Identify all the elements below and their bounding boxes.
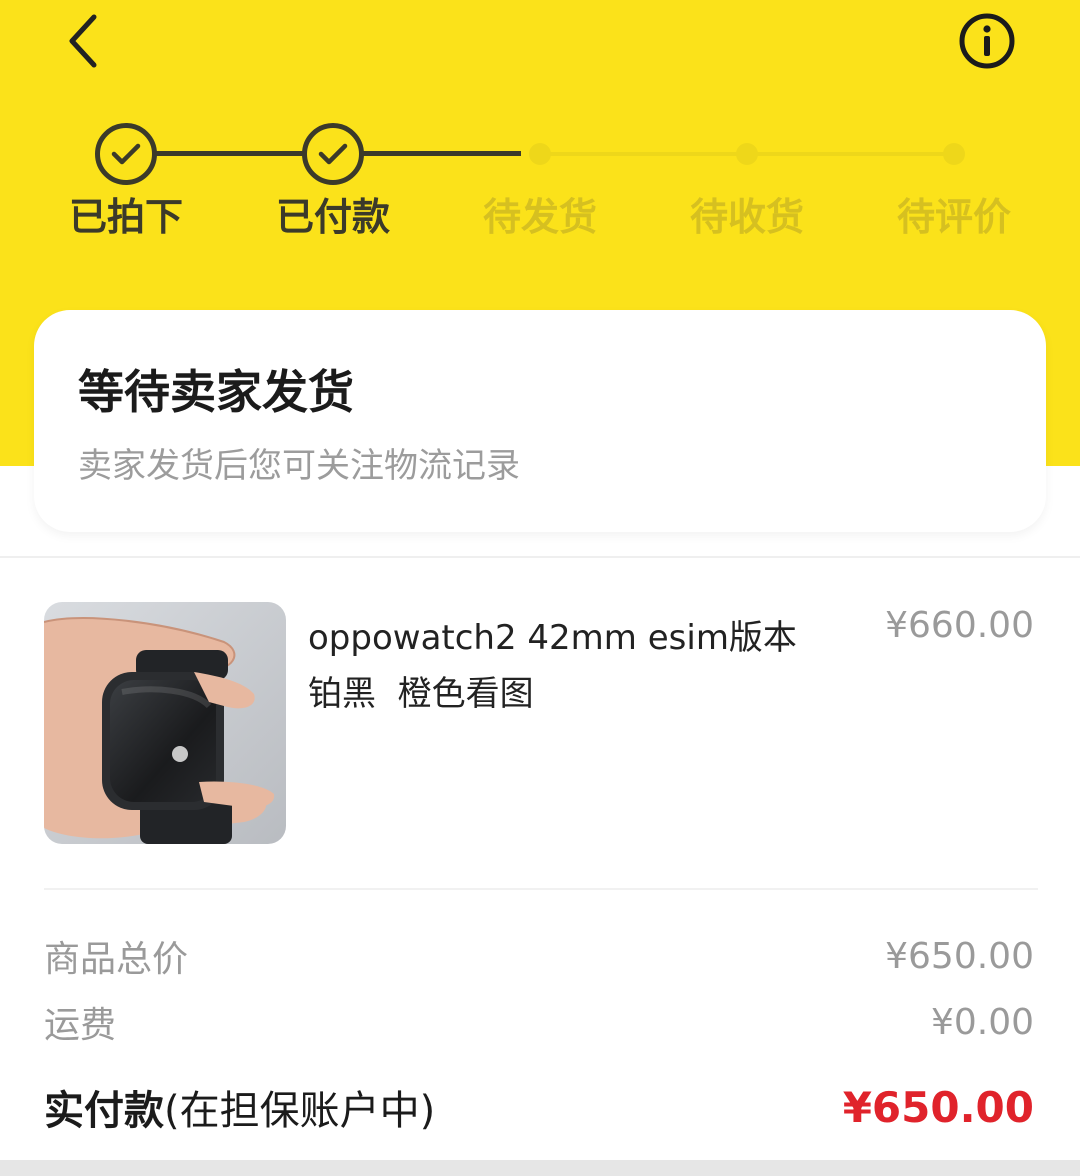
shipping-value: ¥0.00 (930, 1001, 1034, 1043)
product-price: ¥660.00 (885, 605, 1034, 646)
paid-total-row: 实付款(在担保账户中) ¥650.00 (44, 1078, 1034, 1136)
step-node-done (302, 123, 364, 185)
step-node-pending (736, 143, 758, 165)
goods-total-value: ¥650.00 (885, 935, 1034, 977)
product-name-line: oppowatch2 42mm esim版本 (308, 618, 797, 658)
paid-total-value: ¥650.00 (842, 1082, 1034, 1132)
status-subtitle: 卖家发货后您可关注物流记录 (78, 446, 520, 486)
product-variant-line: 铂黑 橙色看图 (308, 674, 534, 714)
paid-label: 实付款 (44, 1088, 164, 1134)
shipping-row: 运费 ¥0.00 (44, 996, 1034, 1048)
product-photo (44, 602, 286, 844)
goods-total-label: 商品总价 (44, 939, 189, 980)
order-progress: 已拍下 已付款 待发货 待收货 待评价 (0, 110, 1080, 250)
checkmark-icon (111, 143, 141, 165)
bottom-edge (0, 1160, 1080, 1176)
product-image[interactable] (44, 602, 286, 844)
chevron-left-icon (69, 14, 97, 68)
step-label-to-review: 待评价 (896, 195, 1011, 239)
divider (44, 888, 1038, 890)
product-title[interactable]: oppowatch2 42mm esim版本 铂黑 橙色看图 (308, 610, 848, 722)
back-button[interactable] (52, 6, 112, 76)
goods-total-row: 商品总价 ¥650.00 (44, 930, 1034, 982)
step-label-paid: 已付款 (275, 195, 390, 239)
step-node-pending (943, 143, 965, 165)
status-title: 等待卖家发货 (78, 365, 354, 419)
info-button[interactable] (958, 12, 1016, 70)
paid-total-label: 实付款(在担保账户中) (44, 1078, 435, 1136)
paid-note: (在担保账户中) (164, 1088, 436, 1134)
step-label-ordered: 已拍下 (68, 195, 183, 239)
shipping-label: 运费 (44, 1005, 117, 1046)
step-label-to-receive: 待收货 (689, 195, 804, 239)
step-node-done (95, 123, 157, 185)
order-detail-panel: oppowatch2 42mm esim版本 铂黑 橙色看图 ¥660.00 商… (0, 556, 1080, 1160)
info-circle-icon (959, 13, 1015, 69)
order-status-card: 等待卖家发货 卖家发货后您可关注物流记录 (34, 310, 1046, 532)
checkmark-icon (318, 143, 348, 165)
step-node-pending (529, 143, 551, 165)
step-label-to-ship: 待发货 (482, 195, 597, 239)
